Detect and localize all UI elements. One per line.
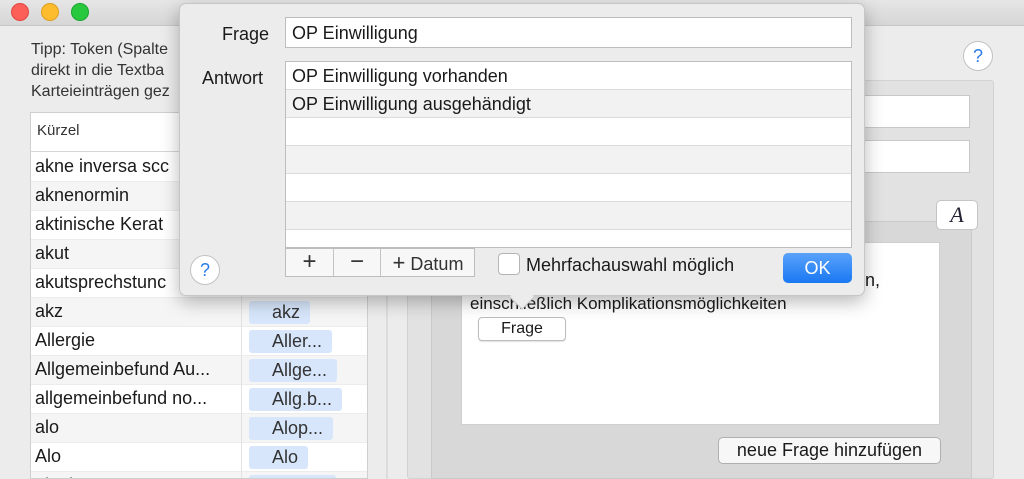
font-format-button[interactable]: A (936, 200, 978, 230)
token-chip[interactable]: Aller... (249, 330, 333, 353)
answer-row[interactable] (286, 174, 851, 202)
tip-line: Karteieinträgen gez (31, 83, 170, 100)
text-field[interactable] (856, 140, 970, 173)
tip-line: direkt in die Textba (31, 62, 165, 79)
row-label: allgemeinbefund no... (35, 388, 208, 408)
column-header-kuerzel: Kürzel (37, 122, 80, 139)
plus-icon: + (392, 250, 406, 275)
add-answer-button[interactable]: + (286, 249, 334, 276)
ok-button[interactable]: OK (783, 253, 852, 283)
answer-row[interactable] (286, 230, 851, 247)
row-label: alopho (35, 475, 239, 478)
frage-label: Frage (222, 24, 270, 44)
zoom-window-button[interactable] (71, 3, 89, 21)
row-label: Allergie (35, 330, 96, 350)
tip-text: Tipp: Token (Spalte direkt in die Textba… (31, 39, 181, 102)
table-row[interactable]: Allgemeinbefund Au... Allge... (31, 356, 367, 385)
close-window-button[interactable] (11, 3, 29, 21)
answer-row[interactable] (286, 202, 851, 230)
row-label: Alo (35, 446, 62, 466)
tip-line: Tipp: Token (Spalte (31, 41, 168, 58)
answer-list[interactable]: OP Einwilligung vorhanden OP Einwilligun… (285, 61, 852, 248)
frage-token-chip[interactable]: Frage (478, 317, 566, 341)
table-row[interactable]: allgemeinbefund no... Allg.b... (31, 385, 367, 414)
answer-row[interactable] (286, 146, 851, 174)
remove-answer-button[interactable]: − (334, 249, 381, 276)
token-chip[interactable]: alopho (249, 475, 337, 478)
antwort-label: Antwort (202, 68, 264, 88)
add-question-button[interactable]: neue Frage hinzufügen (718, 437, 941, 464)
minimize-window-button[interactable] (41, 3, 59, 21)
popover-help-button[interactable]: ? (190, 255, 220, 285)
row-label: akz (35, 301, 64, 321)
frage-input[interactable]: OP Einwilligung (285, 17, 852, 48)
multi-select-checkbox[interactable] (498, 253, 520, 275)
text-field[interactable] (856, 95, 970, 128)
help-button[interactable]: ? (963, 41, 993, 71)
answer-button-bar: + − + Datum (285, 248, 475, 277)
token-chip[interactable]: Alo (249, 446, 309, 469)
answer-row[interactable]: OP Einwilligung vorhanden (286, 62, 851, 90)
answer-row[interactable]: OP Einwilligung ausgehändigt (286, 90, 851, 118)
answer-row[interactable] (286, 118, 851, 146)
add-datum-button[interactable]: + Datum (381, 249, 475, 276)
row-label: alo (35, 417, 60, 437)
table-row[interactable]: Alo Alo (31, 443, 367, 472)
token-chip[interactable]: Allg.b... (249, 388, 343, 411)
table-row[interactable]: akz akz (31, 298, 367, 327)
datum-label: Datum (410, 254, 464, 274)
table-row[interactable]: Allergie Aller... (31, 327, 367, 356)
editor-text-fragment: n, (865, 270, 881, 290)
token-chip[interactable]: akz (249, 301, 311, 324)
token-chip[interactable]: Alop... (249, 417, 334, 440)
token-chip[interactable]: Allge... (249, 359, 338, 382)
row-label: Allgemeinbefund Au... (35, 359, 211, 379)
table-row[interactable]: alopho alopho (31, 472, 367, 478)
table-row[interactable]: alo Alop... (31, 414, 367, 443)
multi-select-label: Mehrfachauswahl möglich (526, 255, 735, 275)
